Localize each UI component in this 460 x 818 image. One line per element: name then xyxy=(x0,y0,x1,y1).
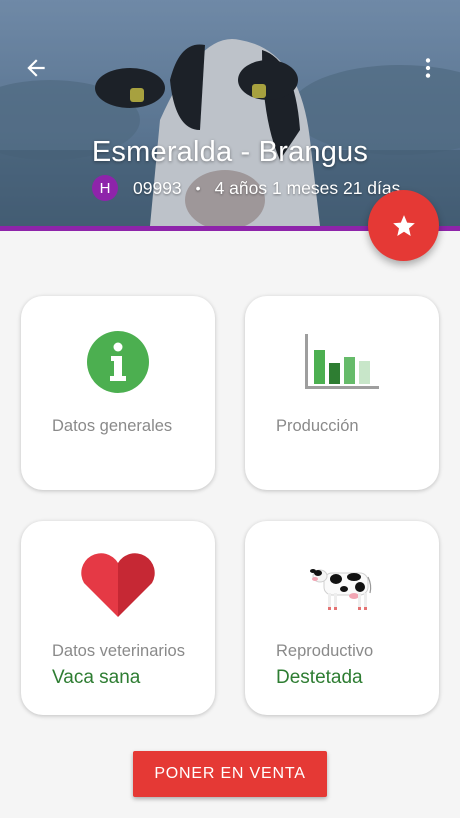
animal-age: 4 años 1 meses 21 días xyxy=(214,177,401,198)
meta-separator: • xyxy=(195,180,201,196)
more-vertical-icon xyxy=(425,58,431,78)
card-general-data[interactable]: Datos generales xyxy=(21,296,215,490)
card-veterinary-status: Vaca sana xyxy=(52,667,141,688)
more-options-button[interactable] xyxy=(410,50,446,86)
card-general-label: Datos generales xyxy=(52,417,173,435)
card-reproductive-status: Destetada xyxy=(276,667,363,688)
heart-icon xyxy=(81,553,155,617)
put-on-sale-button[interactable]: PONER EN VENTA xyxy=(133,751,327,797)
sex-badge: H xyxy=(92,175,118,201)
card-veterinary-data[interactable]: Datos veterinarios Vaca sana xyxy=(21,521,215,715)
animal-meta: H 09993 • 4 años 1 meses 21 días xyxy=(92,174,400,202)
card-reproductive[interactable]: Reproductivo Destetada xyxy=(245,521,439,715)
card-production[interactable]: Producción xyxy=(245,296,439,490)
cow-icon xyxy=(310,569,372,610)
card-reproductive-label: Reproductivo xyxy=(276,642,374,660)
card-production-label: Producción xyxy=(276,417,359,435)
arrow-left-icon xyxy=(27,59,45,77)
favorite-button[interactable] xyxy=(368,190,439,261)
bar-chart-icon xyxy=(305,334,379,389)
animal-title: Esmeralda - Brangus xyxy=(91,136,369,168)
info-icon xyxy=(87,331,149,393)
back-button[interactable] xyxy=(18,50,54,86)
star-icon xyxy=(392,214,415,236)
card-veterinary-label: Datos veterinarios xyxy=(52,642,185,660)
animal-id-number: 09993 xyxy=(133,177,182,198)
